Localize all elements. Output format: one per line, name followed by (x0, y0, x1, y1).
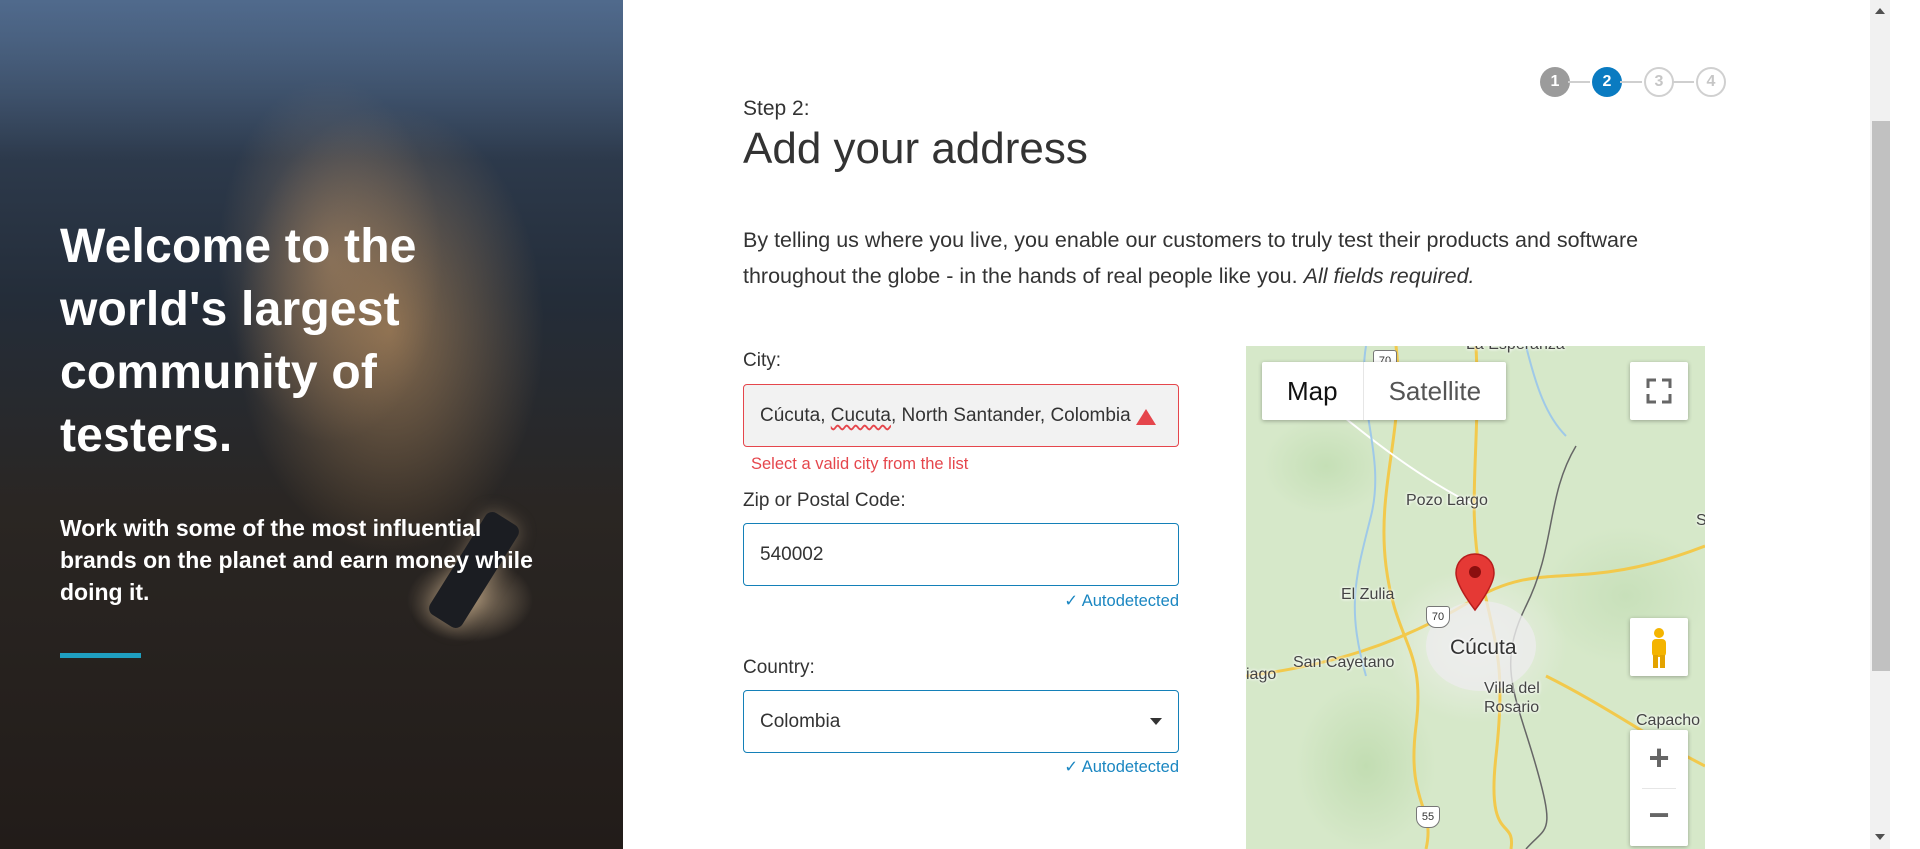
step-label: Step 2: (743, 97, 810, 120)
country-autodetected: ✓ Autodetected (979, 757, 1179, 777)
zip-value: 540002 (760, 544, 824, 565)
scrollbar-thumb[interactable] (1872, 121, 1890, 671)
map-type-control: Map Satellite (1262, 362, 1507, 420)
map-place-pozo-largo: Pozo Largo (1406, 492, 1488, 509)
zoom-out-button[interactable]: − (1630, 789, 1688, 846)
intro-body: By telling us where you live, you enable… (743, 228, 1639, 288)
city-error-message: Select a valid city from the list (751, 455, 969, 473)
zoom-in-button[interactable]: + (1630, 730, 1688, 788)
route-shield: 55 (1416, 806, 1440, 828)
step-connector (1620, 81, 1642, 83)
zip-autodetected: ✓ Autodetected (979, 591, 1179, 611)
zip-status: Autodetected (1081, 592, 1179, 610)
map-place-san-cayetano: San Cayetano (1293, 654, 1395, 671)
step-3: 3 (1644, 67, 1674, 97)
country-status: Autodetected (1081, 758, 1179, 776)
city-value-suffix: , North Santander, Colombia (890, 405, 1131, 426)
map-place-iago: iago (1246, 666, 1277, 683)
scroll-down-arrow-icon[interactable] (1875, 834, 1885, 840)
country-value: Colombia (760, 711, 841, 732)
step-connector (1568, 81, 1590, 83)
hero-background-sky (0, 0, 623, 160)
step-connector (1672, 81, 1694, 83)
step-2: 2 (1592, 67, 1622, 97)
page-title: Add your address (743, 124, 1088, 173)
location-map[interactable]: La Esperanza Pozo Largo El Zulia Cúcuta … (1246, 346, 1705, 849)
zoom-control: + − (1630, 730, 1688, 846)
check-icon: ✓ (1064, 758, 1082, 776)
check-icon: ✓ (1064, 592, 1082, 610)
chevron-down-icon (1150, 718, 1162, 725)
fullscreen-button[interactable] (1630, 362, 1688, 420)
city-value-prefix: Cúcuta, (760, 405, 831, 426)
map-place-s: S (1696, 512, 1705, 529)
map-pin-icon[interactable] (1454, 552, 1496, 614)
fullscreen-icon (1646, 378, 1672, 404)
zip-label: Zip or Postal Code: (743, 490, 906, 511)
city-label: City: (743, 350, 781, 371)
map-place-la-esperanza: La Esperanza (1466, 346, 1565, 354)
required-note: All fields required. (1303, 264, 1475, 288)
map-place-cucuta: Cúcuta (1450, 636, 1517, 659)
route-shield: 70 (1426, 606, 1450, 628)
pegman-icon (1652, 628, 1666, 668)
hero-subtitle: Work with some of the most influential b… (60, 515, 533, 605)
hero-title: Welcome to the world's largest community… (60, 220, 417, 462)
hero-panel: Welcome to the world's largest community… (0, 0, 623, 849)
step-4: 4 (1696, 67, 1726, 97)
city-input[interactable]: Cúcuta, Cucuta, North Santander, Colombi… (743, 384, 1179, 447)
warning-icon (1136, 409, 1156, 425)
page-scrollbar[interactable] (1870, 0, 1890, 849)
scroll-up-arrow-icon[interactable] (1875, 8, 1885, 14)
map-type-map-button[interactable]: Map (1262, 362, 1363, 420)
hero-accent-bar (60, 653, 141, 658)
step-1[interactable]: 1 (1540, 67, 1570, 97)
intro-text: By telling us where you live, you enable… (743, 222, 1703, 294)
map-place-villa-del-rosario: Villa del Rosario (1484, 680, 1540, 716)
city-value-misspelled: Cucuta (830, 405, 891, 426)
zip-input[interactable]: 540002 (743, 523, 1179, 586)
map-place-el-zulia: El Zulia (1341, 586, 1395, 603)
map-type-satellite-button[interactable]: Satellite (1364, 362, 1507, 420)
country-select[interactable]: Colombia (743, 690, 1179, 753)
street-view-button[interactable] (1630, 618, 1688, 676)
country-label: Country: (743, 657, 815, 678)
